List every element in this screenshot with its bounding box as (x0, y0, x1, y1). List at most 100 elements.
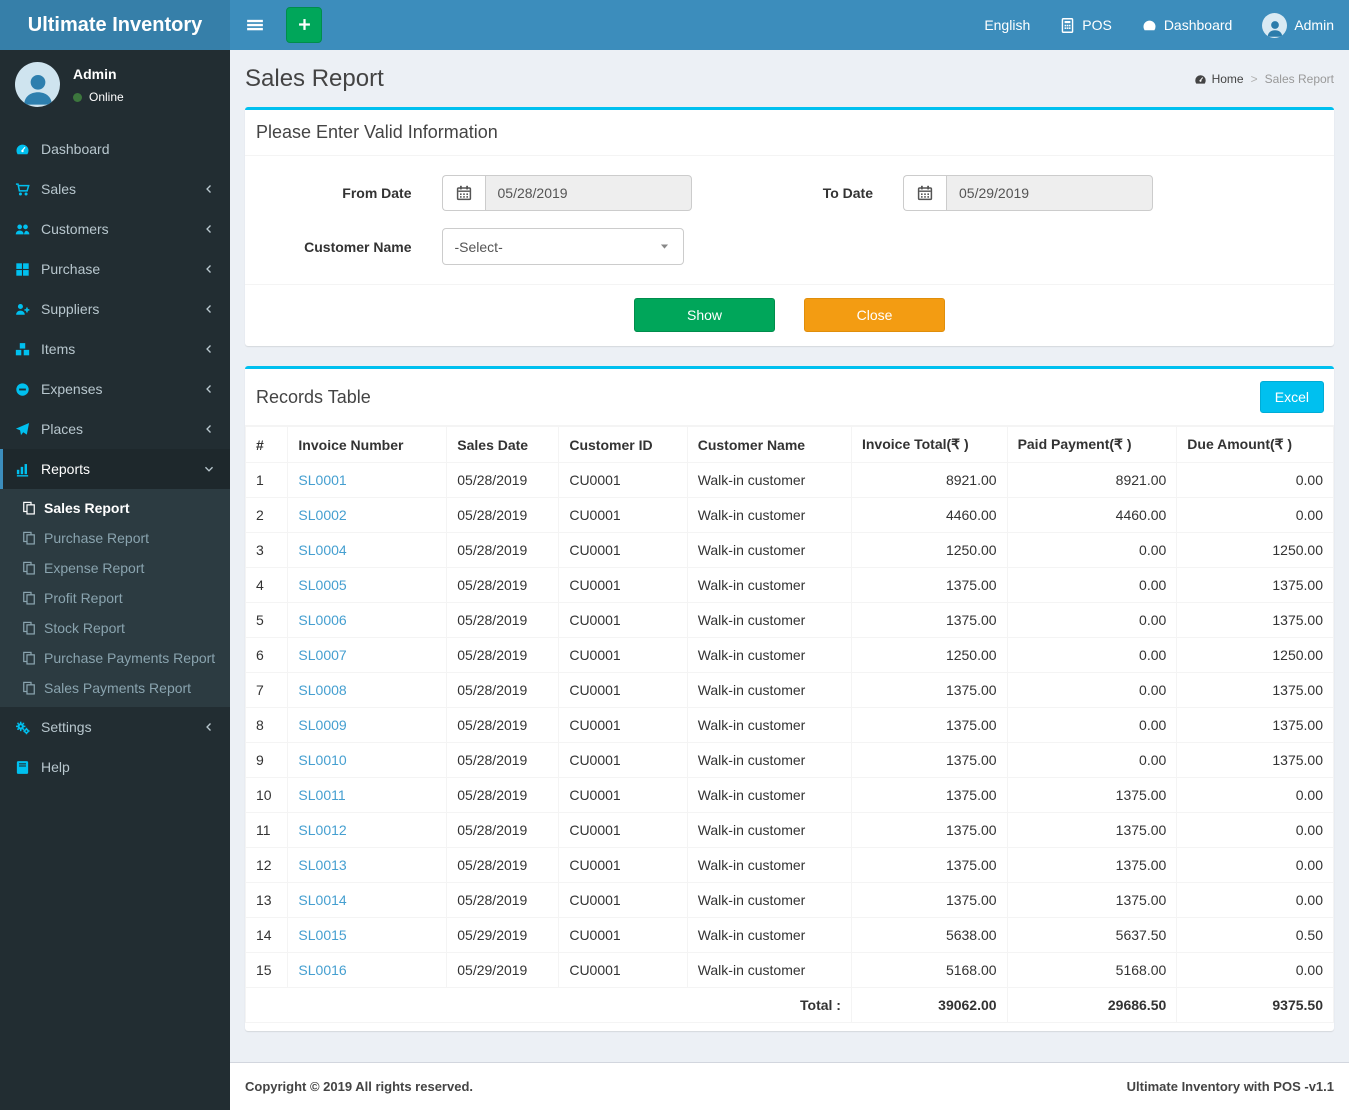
nav-item-english[interactable]: English (969, 0, 1045, 50)
breadcrumb-home-link[interactable]: Home (1194, 72, 1244, 86)
breadcrumb-home-label: Home (1211, 71, 1244, 86)
nav-item-label: POS (1082, 17, 1112, 33)
copy-icon (23, 561, 35, 575)
sidebar-item-dashboard[interactable]: Dashboard (0, 129, 230, 169)
invoice-link[interactable]: SL0001 (298, 472, 346, 488)
purchase-payments-report-icon-wrap (22, 651, 36, 665)
sidebar-subitem-sales-report[interactable]: Sales Report (0, 493, 230, 523)
cell-row-number: 13 (244, 882, 289, 918)
sidebar-item-sales[interactable]: Sales (0, 169, 230, 209)
cell-invoice-number: SL0010 (287, 742, 448, 778)
close-button[interactable]: Close (804, 298, 945, 332)
invoice-link[interactable]: SL0016 (298, 962, 346, 978)
invoice-link[interactable]: SL0002 (298, 507, 346, 523)
sidebar-subitem-stock-report[interactable]: Stock Report (0, 613, 230, 643)
invoice-link[interactable]: SL0005 (298, 577, 346, 593)
customer-select-value: -Select- (454, 238, 503, 255)
column-header-: # (244, 426, 289, 463)
nav-item-label: English (984, 17, 1031, 33)
sidebar-subitem-purchase-payments-report[interactable]: Purchase Payments Report (0, 643, 230, 673)
navbar-right: English POS Dashboard Admin (969, 0, 1349, 50)
invoice-link[interactable]: SL0007 (298, 647, 346, 663)
sidebar-toggle-button[interactable] (230, 0, 280, 50)
invoice-link[interactable]: SL0009 (298, 717, 346, 733)
invoice-link[interactable]: SL0015 (298, 927, 346, 943)
cell-due-amount: 0.00 (1176, 462, 1334, 498)
chevron-left-wrap (203, 263, 215, 275)
cell-customer-name: Walk-in customer (686, 462, 852, 498)
sidebar-item-expenses[interactable]: Expenses (0, 369, 230, 409)
invoice-link[interactable]: SL0008 (298, 682, 346, 698)
sidebar-item-settings[interactable]: Settings (0, 707, 230, 747)
invoice-link[interactable]: SL0011 (298, 787, 345, 803)
copy-icon (23, 681, 35, 695)
cell-invoice-total: 1375.00 (850, 707, 1008, 743)
cell-customer-id: CU0001 (558, 672, 688, 708)
sidebar-item-label: Help (41, 759, 70, 775)
quick-add-button[interactable] (286, 7, 322, 43)
cell-paid-payment: 5168.00 (1006, 952, 1178, 988)
cell-row-number: 11 (244, 812, 289, 848)
sidebar-subitem-profit-report[interactable]: Profit Report (0, 583, 230, 613)
cell-customer-name: Walk-in customer (686, 742, 852, 778)
cell-customer-id: CU0001 (558, 952, 688, 988)
table-row: 7 SL0008 05/28/2019 CU0001 Walk-in customer 1… (244, 672, 1334, 708)
cell-invoice-total: 1375.00 (850, 567, 1008, 603)
sidebar-item-purchase[interactable]: Purchase (0, 249, 230, 289)
sidebar-item-customers[interactable]: Customers (0, 209, 230, 249)
cell-invoice-number: SL0001 (287, 462, 448, 498)
excel-export-button[interactable]: Excel (1259, 381, 1324, 413)
user-status[interactable]: Online (73, 90, 124, 104)
cell-invoice-total: 1375.00 (850, 847, 1008, 883)
cell-due-amount: 0.00 (1176, 497, 1334, 533)
invoice-link[interactable]: SL0013 (298, 857, 346, 873)
cell-customer-name: Walk-in customer (686, 602, 852, 638)
invoice-link[interactable]: SL0006 (298, 612, 346, 628)
sidebar-item-reports[interactable]: Reports (0, 449, 230, 489)
gauge-icon (1194, 75, 1206, 84)
cell-sales-date: 05/28/2019 (446, 602, 560, 638)
cell-invoice-number: SL0007 (287, 637, 448, 673)
cell-sales-date: 05/28/2019 (446, 462, 560, 498)
nav-item-admin[interactable]: Admin (1247, 0, 1349, 50)
sales-payments-report-icon-wrap (22, 681, 36, 695)
sidebar-item-label: Sales (41, 181, 77, 197)
invoice-link[interactable]: SL0010 (298, 752, 346, 768)
show-button[interactable]: Show (634, 298, 775, 332)
online-status-dot (73, 92, 82, 102)
sidebar-subitem-purchase-report[interactable]: Purchase Report (0, 523, 230, 553)
nav-item-pos[interactable]: POS (1045, 0, 1127, 50)
sidebar-subitem-sales-payments-report[interactable]: Sales Payments Report (0, 673, 230, 703)
sidebar-item-items[interactable]: Items (0, 329, 230, 369)
table-row: 2 SL0002 05/28/2019 CU0001 Walk-in customer 4… (244, 497, 1334, 533)
from-date-input[interactable] (484, 175, 692, 211)
customer-select[interactable]: -Select- (441, 228, 684, 265)
invoice-link[interactable]: SL0014 (298, 892, 346, 908)
app-logo[interactable]: Ultimate Inventory (0, 0, 230, 50)
content-wrapper: Sales Report Home > Sales Report Please … (230, 50, 1349, 1110)
sidebar-item-places[interactable]: Places (0, 409, 230, 449)
sidebar-item-label: Customers (41, 221, 109, 237)
submenu-item-label: Purchase Report (44, 530, 150, 546)
cell-row-number: 5 (244, 602, 289, 638)
sidebar-item-suppliers[interactable]: Suppliers (0, 289, 230, 329)
sidebar-item-label: Dashboard (41, 141, 110, 157)
to-date-col (888, 175, 1168, 211)
cell-sales-date: 05/28/2019 (446, 637, 560, 673)
cell-invoice-number: SL0013 (287, 847, 448, 883)
sidebar-item-help[interactable]: Help (0, 747, 230, 787)
nav-item-dashboard[interactable]: Dashboard (1127, 0, 1248, 50)
column-header-invoice-number: Invoice Number (287, 426, 448, 463)
submenu-reports: Sales Report Purchase Report Expense Repor… (0, 489, 230, 707)
to-date-calendar-addon[interactable] (903, 175, 946, 211)
sidebar-subitem-expense-report[interactable]: Expense Report (0, 553, 230, 583)
cell-invoice-total: 5168.00 (850, 952, 1008, 988)
from-date-calendar-addon[interactable] (441, 175, 485, 211)
copy-icon (23, 621, 35, 635)
from-date-label: From Date (342, 185, 412, 201)
invoice-link[interactable]: SL0012 (298, 822, 346, 838)
to-date-input[interactable] (946, 175, 1153, 211)
submenu-item-label: Sales Payments Report (44, 680, 192, 696)
header-row: # Invoice Number Sales Date Customer ID Cust… (244, 426, 1334, 463)
invoice-link[interactable]: SL0004 (298, 542, 346, 558)
